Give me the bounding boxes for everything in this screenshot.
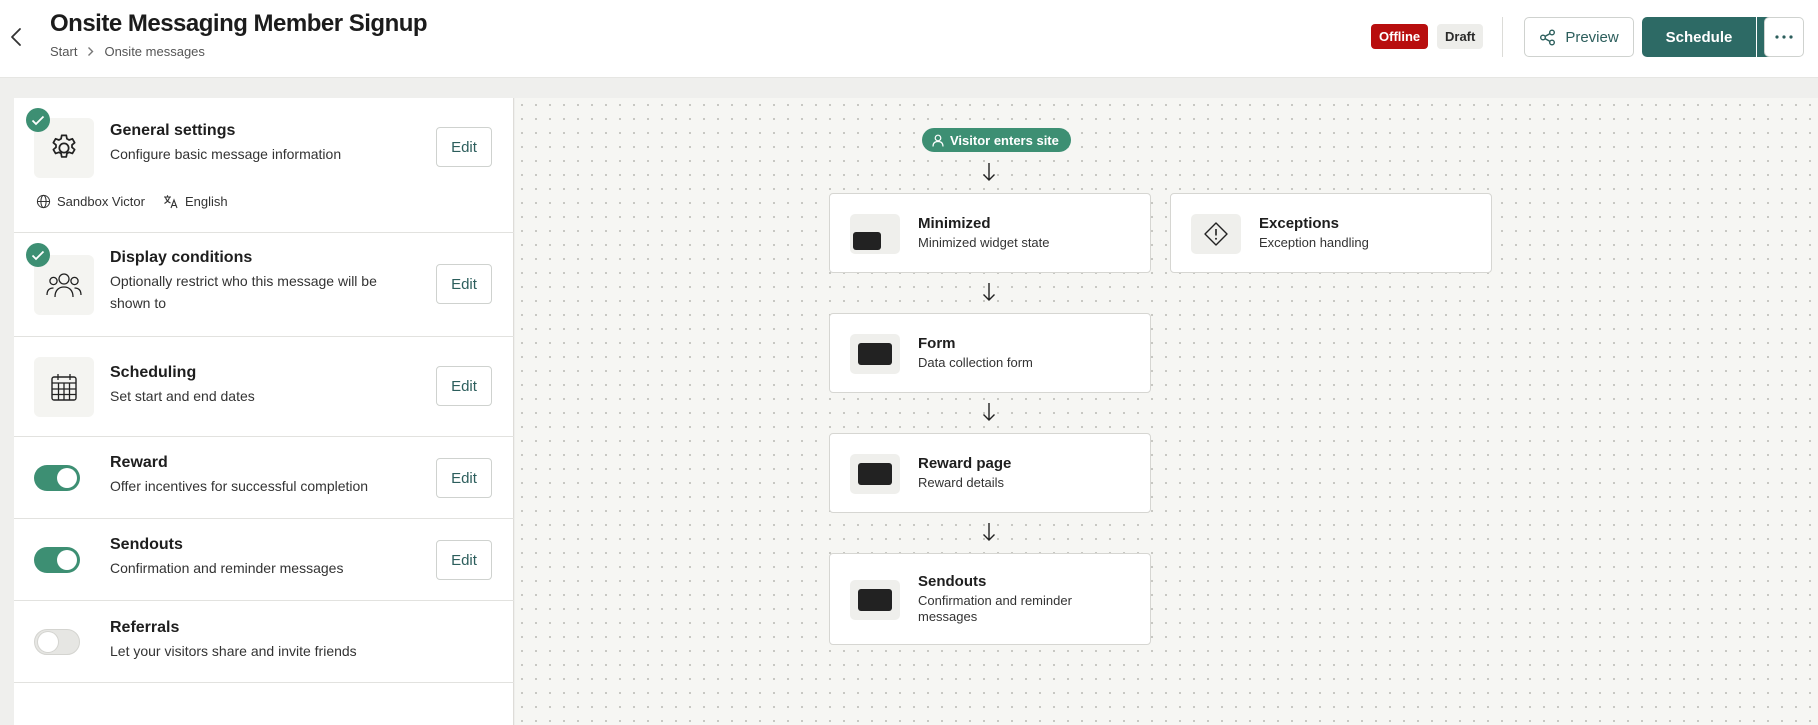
language-name: English: [184, 194, 228, 209]
section-title: Referrals: [110, 619, 180, 636]
section-title: General settings: [110, 122, 236, 139]
flow-start-pill: Visitor enters site: [922, 128, 1071, 152]
node-thumbnail: [850, 214, 900, 254]
translate-icon: [163, 195, 178, 209]
warning-diamond-icon: [1204, 222, 1228, 246]
section-description: Let your visitors share and invite frien…: [110, 643, 357, 659]
node-description: Confirmation and reminder messages: [918, 593, 1072, 624]
edit-sendouts-button[interactable]: Edit: [436, 540, 492, 580]
preview-label: Preview: [1565, 28, 1619, 46]
node-thumbnail: [850, 454, 900, 494]
toggle-knob: [38, 632, 58, 652]
breadcrumb: Start Onsite messages: [50, 44, 205, 59]
header-divider: [1502, 17, 1503, 57]
node-thumbnail: [1191, 214, 1241, 254]
edit-scheduling-button[interactable]: Edit: [436, 366, 492, 406]
referrals-toggle[interactable]: [34, 629, 80, 655]
more-icon: [1775, 35, 1793, 39]
calendar-icon: [51, 374, 77, 401]
node-description: Reward details: [918, 475, 1004, 490]
section-referrals: Referrals Let your visitors share and in…: [14, 601, 514, 683]
top-header: Onsite Messaging Member Signup Start Ons…: [0, 0, 1818, 78]
section-title: Reward: [110, 454, 168, 471]
section-title: Sendouts: [110, 536, 183, 553]
node-description: Minimized widget state: [918, 235, 1050, 250]
flow-node-form[interactable]: Form Data collection form: [829, 313, 1151, 393]
section-display-conditions: Display conditions Optionally restrict w…: [14, 233, 514, 337]
back-icon: [11, 28, 21, 46]
section-description: Offer incentives for successful completi…: [110, 478, 369, 494]
flow-start-label: Visitor enters site: [950, 132, 1059, 148]
flow-node-exceptions[interactable]: Exceptions Exception handling: [1170, 193, 1492, 273]
flow-node-sendouts[interactable]: Sendouts Confirmation and reminder messa…: [829, 553, 1151, 645]
edit-general-settings-button[interactable]: Edit: [436, 127, 492, 167]
site-meta: Sandbox Victor: [36, 194, 145, 209]
chevron-right-icon: [87, 46, 94, 57]
arrow-down-icon: [981, 401, 997, 423]
toggle-knob: [57, 468, 77, 488]
checkmark-icon: [26, 243, 50, 267]
node-thumbnail: [850, 580, 900, 620]
checkmark-icon: [26, 108, 50, 132]
flow-canvas[interactable]: Visitor enters site Minimized Minimized …: [515, 98, 1818, 725]
arrow-down-icon: [981, 161, 997, 183]
node-title: Reward page: [918, 455, 1012, 472]
breadcrumb-onsite-messages[interactable]: Onsite messages: [104, 44, 204, 59]
edit-reward-button[interactable]: Edit: [436, 458, 492, 498]
share-icon: [1540, 29, 1556, 45]
more-options-button[interactable]: [1764, 17, 1804, 57]
globe-icon: [36, 194, 51, 209]
sendouts-toggle[interactable]: [34, 547, 80, 573]
node-title: Exceptions: [1259, 215, 1340, 232]
site-name: Sandbox Victor: [57, 194, 145, 209]
node-title: Sendouts: [918, 573, 987, 590]
gear-icon: [52, 134, 76, 158]
reward-toggle[interactable]: [34, 465, 80, 491]
breadcrumb-start[interactable]: Start: [50, 44, 77, 59]
node-description: Data collection form: [918, 355, 1033, 370]
flow-node-minimized[interactable]: Minimized Minimized widget state: [829, 193, 1151, 273]
page-title: Onsite Messaging Member Signup: [50, 10, 428, 37]
node-title: Minimized: [918, 215, 991, 232]
section-description: Set start and end dates: [110, 388, 255, 404]
scheduling-icon-box: [34, 357, 94, 417]
status-badge-offline: Offline: [1371, 24, 1429, 49]
node-thumbnail: [850, 334, 900, 374]
section-scheduling: Scheduling Set start and end dates Edit: [14, 337, 514, 437]
flow-node-reward-page[interactable]: Reward page Reward details: [829, 433, 1151, 513]
section-description: Optionally restrict who this message wil…: [110, 273, 377, 311]
node-title: Form: [918, 335, 956, 352]
toggle-knob: [57, 550, 77, 570]
user-icon: [932, 134, 944, 147]
section-title: Scheduling: [110, 364, 197, 381]
back-button[interactable]: [6, 24, 26, 50]
section-description: Configure basic message information: [110, 146, 342, 162]
language-meta: English: [163, 194, 228, 209]
users-icon: [46, 273, 82, 298]
general-settings-meta: Sandbox Victor English: [36, 194, 228, 209]
preview-button[interactable]: Preview: [1524, 17, 1634, 57]
section-general-settings: General settings Configure basic message…: [14, 98, 514, 233]
schedule-button[interactable]: Schedule: [1642, 17, 1756, 57]
section-description: Confirmation and reminder messages: [110, 560, 344, 576]
settings-panel: General settings Configure basic message…: [14, 98, 514, 725]
arrow-down-icon: [981, 521, 997, 543]
edit-display-conditions-button[interactable]: Edit: [436, 264, 492, 304]
status-badge-draft: Draft: [1437, 24, 1484, 49]
arrow-down-icon: [981, 281, 997, 303]
section-sendouts: Sendouts Confirmation and reminder messa…: [14, 519, 514, 601]
node-description: Exception handling: [1259, 235, 1369, 250]
section-title: Display conditions: [110, 249, 253, 266]
section-reward: Reward Offer incentives for successful c…: [14, 437, 514, 519]
